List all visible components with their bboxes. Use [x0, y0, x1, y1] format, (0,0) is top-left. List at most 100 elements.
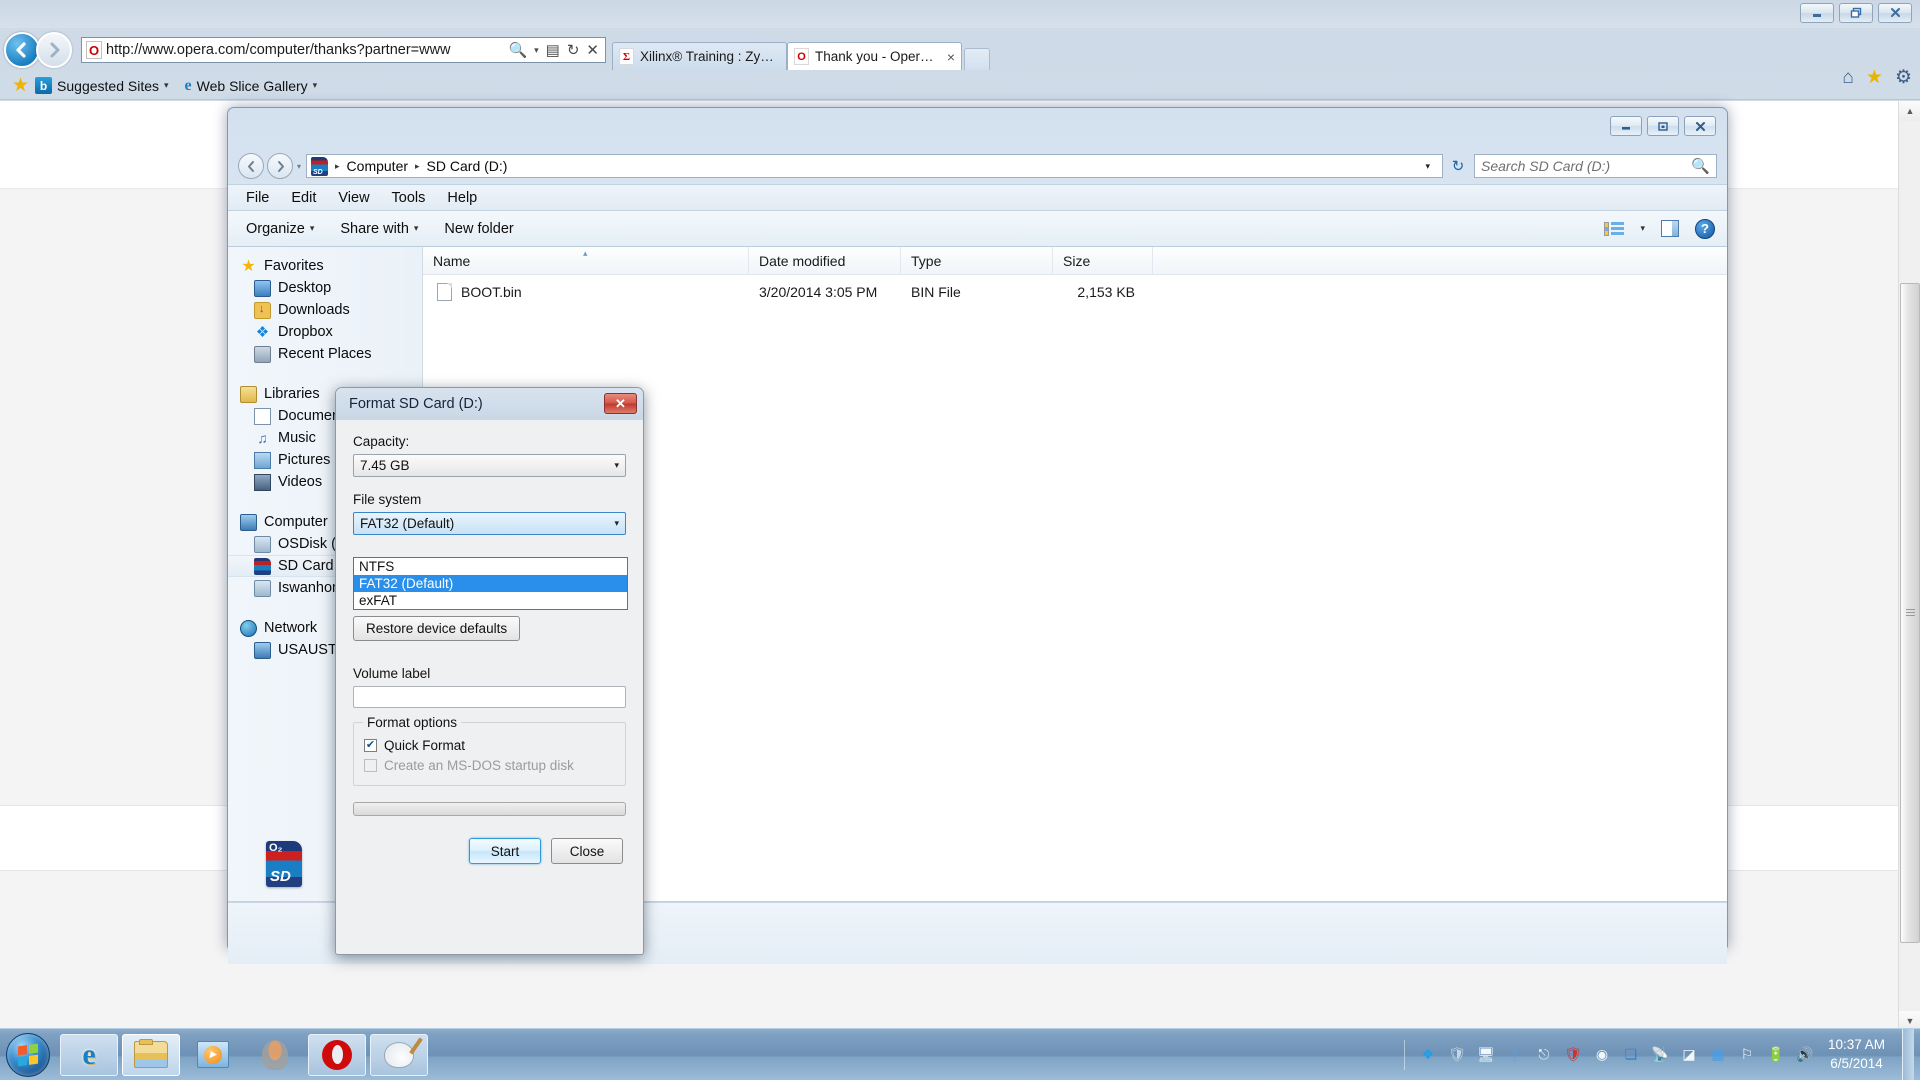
taskbar-item-internet-explorer[interactable]: e: [60, 1033, 118, 1076]
shield-icon[interactable]: 🛡: [1447, 1045, 1467, 1065]
tab-opera-thankyou[interactable]: O Thank you - Opera ... ×: [787, 42, 962, 70]
signal-icon[interactable]: ◪: [1679, 1045, 1699, 1065]
column-header-date-modified[interactable]: Date modified: [749, 247, 901, 274]
views-icon[interactable]: [1604, 221, 1625, 236]
safely-remove-icon[interactable]: ⎋: [1534, 1045, 1554, 1065]
show-desktop-button[interactable]: [1902, 1028, 1914, 1080]
breadcrumb-computer[interactable]: Computer: [347, 158, 408, 174]
sidebar-item-downloads[interactable]: Downloads: [228, 299, 422, 321]
explorer-toolbar: Organize ▾ Share with ▾ New folder ▾ ?: [228, 211, 1727, 247]
antenna-icon[interactable]: 📡: [1650, 1045, 1670, 1065]
chevron-down-icon[interactable]: ▾: [313, 80, 318, 91]
close-button[interactable]: [1878, 3, 1912, 23]
help-icon[interactable]: ?: [1695, 218, 1715, 239]
chevron-down-icon[interactable]: ▾: [1640, 223, 1645, 234]
sidebar-item-dropbox[interactable]: ❖ Dropbox: [228, 321, 422, 343]
webcam-icon[interactable]: ◉: [1592, 1045, 1612, 1065]
menu-view[interactable]: View: [338, 190, 369, 206]
menu-edit[interactable]: Edit: [291, 190, 316, 206]
breadcrumb-sd-card[interactable]: SD Card (D:): [427, 158, 508, 174]
menu-tools[interactable]: Tools: [392, 190, 426, 206]
back-button[interactable]: [4, 32, 40, 68]
dropdown-option-fat32[interactable]: FAT32 (Default): [354, 575, 627, 592]
close-button[interactable]: [1684, 116, 1716, 136]
minimize-button[interactable]: [1610, 116, 1642, 136]
quick-format-checkbox[interactable]: ✔: [364, 738, 377, 752]
table-row[interactable]: BOOT.bin 3/20/2014 3:05 PM BIN File 2,15…: [423, 275, 1727, 309]
share-with-button[interactable]: Share with ▾: [340, 221, 418, 237]
page-scrollbar[interactable]: ▲ ▼: [1898, 101, 1920, 1031]
harddisk-icon: [254, 535, 271, 553]
mcafee-icon[interactable]: 🛡: [1563, 1045, 1583, 1065]
new-folder-button[interactable]: New folder: [444, 221, 513, 237]
tab-xilinx[interactable]: Σ Xilinx® Training : Zynq...: [612, 42, 787, 70]
forward-button[interactable]: [36, 32, 72, 68]
sidebar-item-desktop[interactable]: Desktop: [228, 277, 422, 299]
preview-pane-icon[interactable]: [1661, 220, 1679, 237]
refresh-icon[interactable]: ↻: [567, 43, 580, 58]
new-tab-button[interactable]: [964, 48, 990, 70]
scrollbar-thumb[interactable]: [1900, 283, 1920, 943]
dropbox-icon[interactable]: ❖: [1418, 1045, 1438, 1065]
office-icon[interactable]: ❏: [1621, 1045, 1641, 1065]
address-bar[interactable]: O http://www.opera.com/computer/thanks?p…: [81, 37, 606, 63]
restore-button[interactable]: [1839, 3, 1873, 23]
explorer-menubar: File Edit View Tools Help: [228, 184, 1727, 211]
menu-help[interactable]: Help: [447, 190, 477, 206]
favorites-item-suggested-sites[interactable]: b Suggested Sites ▾: [35, 77, 169, 94]
taskbar-item-windows-explorer[interactable]: [122, 1033, 180, 1076]
search-input[interactable]: Search SD Card (D:) 🔍: [1474, 154, 1717, 178]
stop-icon[interactable]: ✕: [586, 43, 599, 58]
minimize-button[interactable]: [1800, 3, 1834, 23]
address-url[interactable]: http://www.opera.com/computer/thanks?par…: [106, 43, 504, 58]
chevron-down-icon[interactable]: ▾: [534, 45, 539, 55]
forward-button[interactable]: [267, 153, 293, 179]
dropdown-option-ntfs[interactable]: NTFS: [354, 558, 627, 575]
quick-format-row[interactable]: ✔ Quick Format: [364, 735, 615, 755]
xilinx-favicon: Σ: [619, 48, 634, 65]
back-button[interactable]: [238, 153, 264, 179]
file-name-cell[interactable]: BOOT.bin: [423, 283, 749, 301]
refresh-icon[interactable]: ↻: [1445, 154, 1471, 178]
start-button[interactable]: Start: [469, 838, 541, 864]
favorites-item-web-slice-gallery[interactable]: e Web Slice Gallery ▾: [185, 77, 318, 95]
file-system-select[interactable]: FAT32 (Default) ▾: [353, 512, 626, 535]
magnifier-icon[interactable]: 🔍: [1691, 157, 1710, 175]
explorer-address-bar[interactable]: ▸ Computer ▸ SD Card (D:) ▾: [306, 154, 1443, 178]
sidebar-item-favorites[interactable]: ★ Favorites: [228, 255, 422, 277]
compatibility-view-icon[interactable]: ▤: [546, 43, 560, 58]
maximize-button[interactable]: [1647, 116, 1679, 136]
column-header-size[interactable]: Size: [1053, 247, 1153, 274]
scroll-up-icon[interactable]: ▲: [1899, 101, 1920, 121]
sidebar-item-recent-places[interactable]: Recent Places: [228, 343, 422, 365]
file-system-dropdown-list[interactable]: NTFS FAT32 (Default) exFAT: [353, 557, 628, 610]
bluetooth-icon[interactable]: ᛏ: [1505, 1045, 1525, 1065]
display-icon[interactable]: 🖥: [1476, 1045, 1496, 1065]
volume-label-input[interactable]: [353, 686, 626, 708]
capacity-select[interactable]: 7.45 GB ▾: [353, 454, 626, 477]
dropdown-option-exfat[interactable]: exFAT: [354, 592, 627, 609]
battery-icon[interactable]: 🔋: [1766, 1045, 1786, 1065]
add-favorite-icon[interactable]: ★: [12, 76, 29, 95]
tab-close-icon[interactable]: ×: [947, 49, 955, 65]
search-icon[interactable]: 🔍: [508, 43, 527, 58]
start-button[interactable]: [6, 1032, 50, 1077]
close-button[interactable]: ✕: [604, 393, 637, 414]
volume-icon[interactable]: 🔊: [1795, 1045, 1815, 1065]
flag-icon[interactable]: ⚐: [1737, 1045, 1757, 1065]
recent-pages-icon[interactable]: ▾: [297, 162, 301, 171]
chevron-down-icon[interactable]: ▾: [164, 80, 169, 91]
address-dropdown-icon[interactable]: ▾: [1417, 161, 1438, 172]
restore-device-defaults-button[interactable]: Restore device defaults: [353, 616, 521, 641]
close-dialog-button[interactable]: Close: [551, 838, 623, 864]
taskbar-item-windows-media-player[interactable]: ▶: [184, 1034, 242, 1076]
taskbar-item-paint[interactable]: [370, 1033, 428, 1076]
taskbar-item-opera[interactable]: [308, 1033, 366, 1076]
menu-file[interactable]: File: [246, 190, 269, 206]
intel-icon[interactable]: ▦: [1708, 1045, 1728, 1065]
organize-button[interactable]: Organize ▾: [246, 221, 314, 237]
column-header-type[interactable]: Type: [901, 247, 1053, 274]
taskbar-clock[interactable]: 10:37 AM 6/5/2014: [1824, 1036, 1893, 1072]
pictures-icon: [254, 451, 271, 469]
taskbar-item-firefly[interactable]: [246, 1034, 304, 1076]
